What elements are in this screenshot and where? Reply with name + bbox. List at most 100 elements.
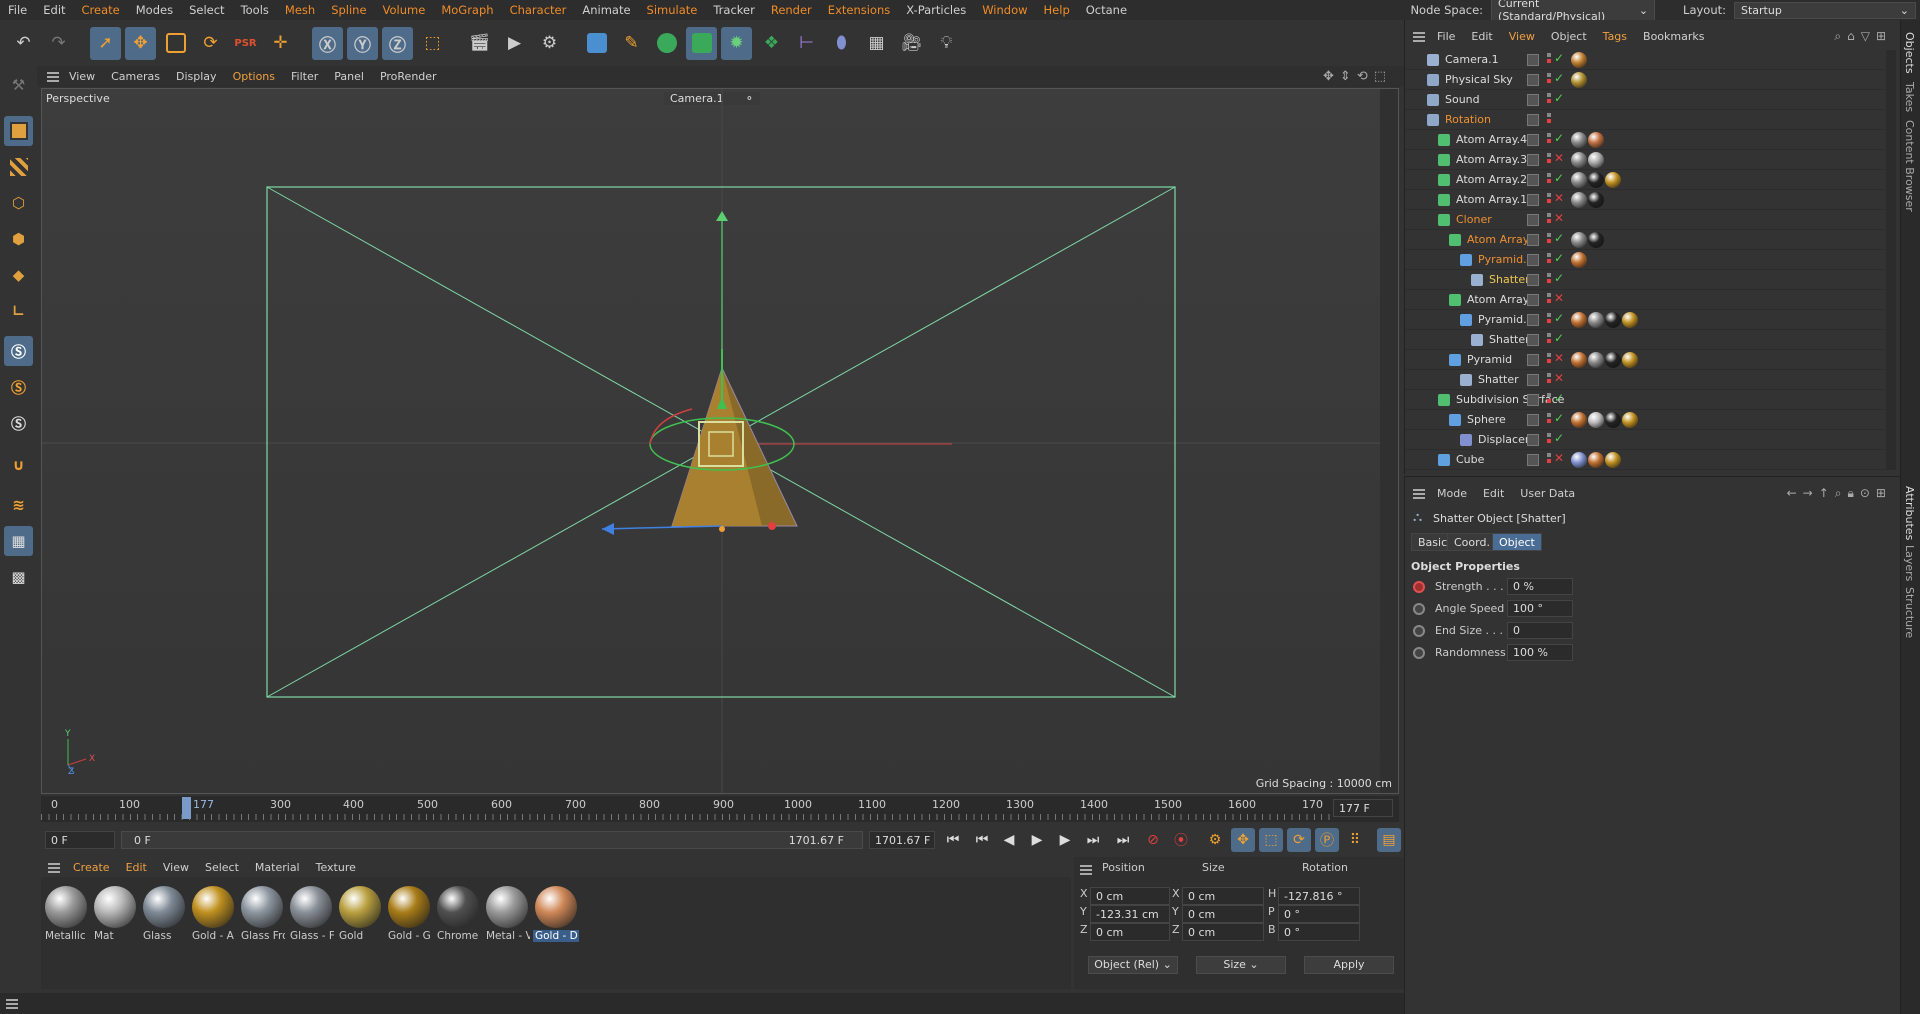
object-row[interactable]: Pyramid.1 ✓ [1405,310,1885,330]
object-name[interactable]: Pyramid [1467,353,1512,366]
visibility-dots-icon[interactable] [1547,293,1551,307]
edit-icon[interactable] [1527,454,1539,466]
menu-create[interactable]: Create [74,3,128,17]
object-row[interactable]: Atom Array.1 ✕ [1405,190,1885,210]
object-name[interactable]: Shatter [1478,373,1519,386]
object-name[interactable]: Atom Array.4 [1456,133,1527,146]
point-level-key-icon[interactable]: ⠿ [1343,828,1367,852]
menu-modes[interactable]: Modes [128,3,181,17]
material-tag-icon[interactable] [1588,452,1604,468]
material-swatch[interactable]: Gold - D [533,884,579,944]
enabled-check-icon[interactable]: ✓ [1554,131,1564,145]
edit-icon[interactable] [1527,394,1539,406]
live-selection-icon[interactable]: ➚ [90,26,121,60]
menu-animate[interactable]: Animate [574,3,638,17]
material-tag-icon[interactable] [1588,152,1604,168]
material-tag-icon[interactable] [1571,132,1587,148]
edit-icon[interactable] [1527,434,1539,446]
material-tag-icon[interactable] [1571,452,1587,468]
disabled-cross-icon[interactable]: ✕ [1554,151,1564,165]
animation-key-icon[interactable] [1413,625,1425,637]
material-tag-icon[interactable] [1622,412,1638,428]
scale-key-icon[interactable]: ⬚ [1259,828,1283,852]
timeline-ruler[interactable]: 0 100 300 400 500 600 700 800 900 1000 1… [41,796,1399,822]
animation-key-icon[interactable] [1413,647,1425,659]
material-tag-icon[interactable] [1605,312,1621,328]
visibility-dots-icon[interactable] [1547,253,1551,267]
object-name[interactable]: Atom Array.3 [1456,153,1527,166]
edit-icon[interactable] [1527,154,1539,166]
floor-icon[interactable]: ▦ [861,27,892,60]
light-icon[interactable]: 💡︎ [931,27,962,60]
edit-icon[interactable] [1527,134,1539,146]
render-settings-icon[interactable]: ⚙ [534,27,565,60]
z-axis-lock-icon[interactable]: Ⓩ [382,26,413,60]
material-menu-view[interactable]: View [155,861,197,874]
material-tag-icon[interactable] [1588,132,1604,148]
material-tag-icon[interactable] [1588,232,1604,248]
object-name[interactable]: Cube [1456,453,1484,466]
object-row[interactable]: Rotation [1405,110,1885,130]
perspective-viewport[interactable]: Perspective Camera.1 ⚬ Y X Z Grid Spacing… [41,88,1399,794]
axis-mode-icon[interactable]: ∟ [4,296,33,326]
visibility-dots-icon[interactable] [1547,333,1551,347]
material-tag-icon[interactable] [1571,152,1587,168]
pen-tool-icon[interactable]: ✎ [616,27,647,60]
material-menu-material[interactable]: Material [247,861,308,874]
object-menu-view[interactable]: View [1501,30,1543,43]
texture-mode-icon[interactable] [4,152,33,182]
object-name[interactable]: Pyramid.1 [1478,253,1534,266]
material-tag-icon[interactable] [1571,252,1587,268]
enabled-check-icon[interactable]: ✓ [1554,311,1564,325]
snap-icon[interactable]: ∪ [4,450,33,480]
play-icon[interactable]: ▶ [1025,828,1049,852]
tab-object[interactable]: Object [1492,533,1542,551]
viewport-menu-options[interactable]: Options [225,70,283,83]
object-row[interactable]: Displacer ✓ [1405,430,1885,450]
material-swatch[interactable]: Glass [141,884,187,944]
menu-xparticles[interactable]: X-Particles [898,3,974,17]
disabled-cross-icon[interactable]: ✕ [1554,351,1564,365]
object-row[interactable]: Sound ✓ [1405,90,1885,110]
strength-field[interactable]: 0 % [1507,578,1573,595]
material-swatch[interactable]: Glass - F [288,884,334,944]
menu-edit[interactable]: Edit [35,3,73,17]
menu-extensions[interactable]: Extensions [820,3,898,17]
enabled-check-icon[interactable]: ✓ [1554,431,1564,445]
visibility-dots-icon[interactable] [1547,373,1551,387]
attribute-menu-mode[interactable]: Mode [1429,487,1475,500]
animation-key-icon[interactable] [1413,581,1425,593]
render-picture-viewer-icon[interactable]: ▶ [499,27,530,60]
menu-volume[interactable]: Volume [375,3,434,17]
material-swatch[interactable]: Gold - A [190,884,236,944]
object-row[interactable]: Camera.1 ✓ [1405,50,1885,70]
viewport-nav-icons[interactable]: ✥⇕⟲⬚ [1323,69,1392,84]
menu-render[interactable]: Render [763,3,820,17]
visibility-dots-icon[interactable] [1547,313,1551,327]
model-mode-icon[interactable] [4,116,33,146]
camera-icon[interactable]: 🎥︎ [896,27,927,60]
attribute-menu-edit[interactable]: Edit [1475,487,1512,500]
object-row[interactable]: Shatter ✓ [1405,270,1885,290]
deformer-icon[interactable]: ❖ [756,27,787,60]
material-swatch[interactable]: Mat [92,884,138,944]
menu-select[interactable]: Select [181,3,232,17]
object-manager-search-icon[interactable]: ⌕⌂▽⊞ [1834,29,1892,44]
hamburger-icon[interactable] [1413,32,1425,42]
menu-spline[interactable]: Spline [323,3,374,17]
position-field[interactable]: -123.31 cm [1090,905,1170,923]
material-tag-icon[interactable] [1571,192,1587,208]
material-tag-icon[interactable] [1588,172,1604,188]
material-menu-create[interactable]: Create [65,861,118,874]
object-row[interactable]: Physical Sky ✓ [1405,70,1885,90]
make-editable-icon[interactable]: ⚒ [4,70,33,100]
material-tag-icon[interactable] [1622,352,1638,368]
render-view-icon[interactable]: 🎬︎ [464,27,495,60]
goto-end-icon[interactable]: ⏭ [1111,828,1135,852]
edit-icon[interactable] [1527,94,1539,106]
object-row[interactable]: Cube ✕ [1405,450,1885,470]
solo-hierarchy-icon[interactable]: Ⓢ [4,408,33,438]
material-tag-icon[interactable] [1605,412,1621,428]
visibility-dots-icon[interactable] [1547,173,1551,187]
material-swatch[interactable]: Metal - V [484,884,530,944]
